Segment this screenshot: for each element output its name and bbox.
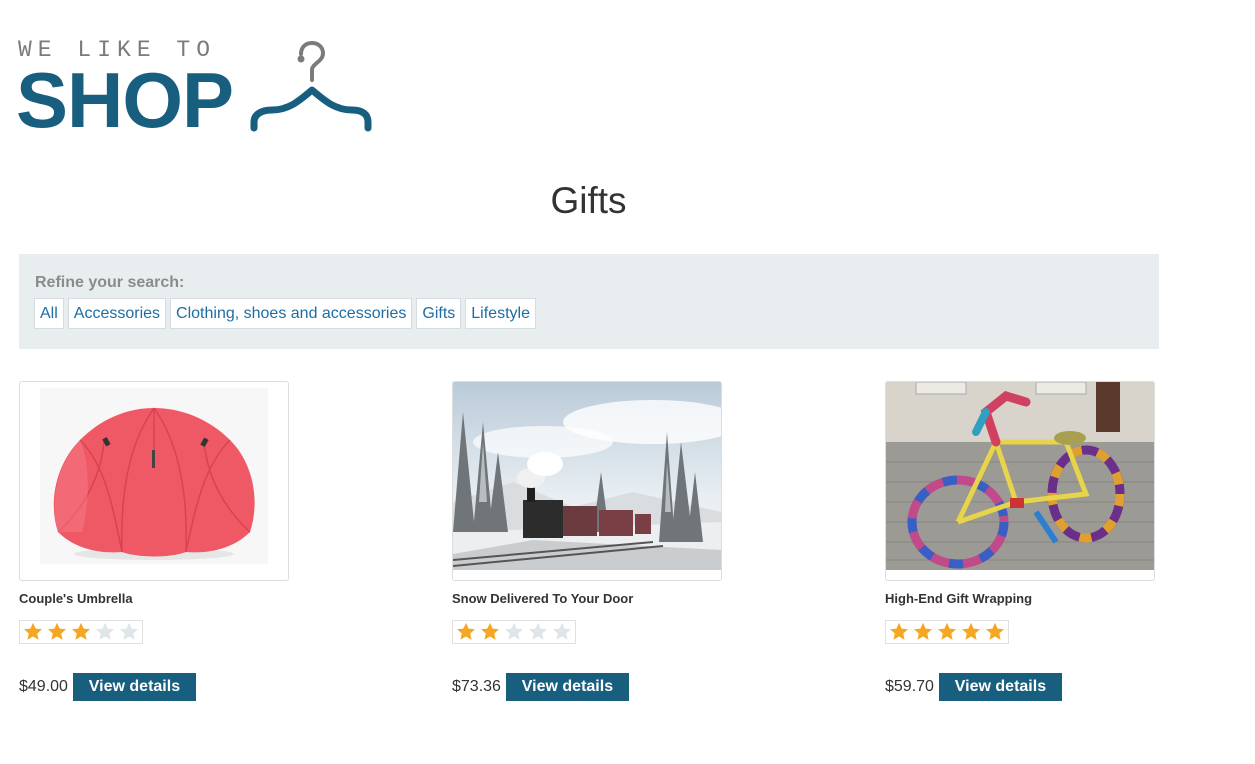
filter-accessories[interactable]: Accessories: [67, 298, 167, 329]
product-card: Snow Delivered To Your Door $73.36 View …: [452, 381, 724, 701]
star-filled-icon: [887, 621, 911, 643]
filter-all[interactable]: All: [34, 298, 64, 329]
star-filled-icon: [21, 621, 45, 643]
buy-row: $73.36 View details: [452, 673, 724, 701]
product-name[interactable]: Couple's Umbrella: [19, 591, 291, 607]
site-logo[interactable]: WE LIKE TO SHOP: [16, 38, 378, 144]
star-empty-icon: [93, 621, 117, 643]
product-image-umbrella[interactable]: [19, 381, 289, 581]
star-filled-icon: [45, 621, 69, 643]
refine-search-panel: Refine your search: All Accessories Clot…: [19, 254, 1159, 349]
product-name[interactable]: High-End Gift Wrapping: [885, 591, 1157, 607]
product-price: $73.36: [452, 678, 501, 695]
product-price: $49.00: [19, 678, 68, 695]
filter-clothing-shoes-accessories[interactable]: Clothing, shoes and accessories: [170, 298, 413, 329]
star-filled-icon: [959, 621, 983, 643]
page-title: Gifts: [550, 180, 627, 221]
star-empty-icon: [550, 621, 574, 643]
hanger-icon: [250, 41, 372, 132]
product-card: Couple's Umbrella $49.00 View details: [19, 381, 291, 701]
product-image-train[interactable]: [452, 381, 722, 581]
product-name[interactable]: Snow Delivered To Your Door: [452, 591, 724, 607]
product-image-bicycle[interactable]: [885, 381, 1155, 581]
product-card: High-End Gift Wrapping $59.70 View detai…: [885, 381, 1157, 701]
logo-wordmark: SHOP: [16, 56, 234, 144]
star-empty-icon: [526, 621, 550, 643]
star-filled-icon: [69, 621, 93, 643]
refine-label: Refine your search:: [35, 274, 185, 291]
filter-lifestyle[interactable]: Lifestyle: [465, 298, 536, 329]
star-rating: [452, 620, 576, 644]
product-price: $59.70: [885, 678, 934, 695]
category-filters: All Accessories Clothing, shoes and acce…: [34, 298, 536, 329]
star-empty-icon: [117, 621, 141, 643]
star-empty-icon: [502, 621, 526, 643]
view-details-button[interactable]: View details: [938, 673, 1062, 701]
view-details-button[interactable]: View details: [72, 673, 196, 701]
star-rating: [885, 620, 1009, 644]
star-filled-icon: [478, 621, 502, 643]
star-filled-icon: [454, 621, 478, 643]
filter-gifts[interactable]: Gifts: [416, 298, 462, 329]
star-filled-icon: [983, 621, 1007, 643]
view-details-button[interactable]: View details: [505, 673, 629, 701]
star-rating: [19, 620, 143, 644]
star-filled-icon: [935, 621, 959, 643]
buy-row: $49.00 View details: [19, 673, 291, 701]
buy-row: $59.70 View details: [885, 673, 1157, 701]
star-filled-icon: [911, 621, 935, 643]
